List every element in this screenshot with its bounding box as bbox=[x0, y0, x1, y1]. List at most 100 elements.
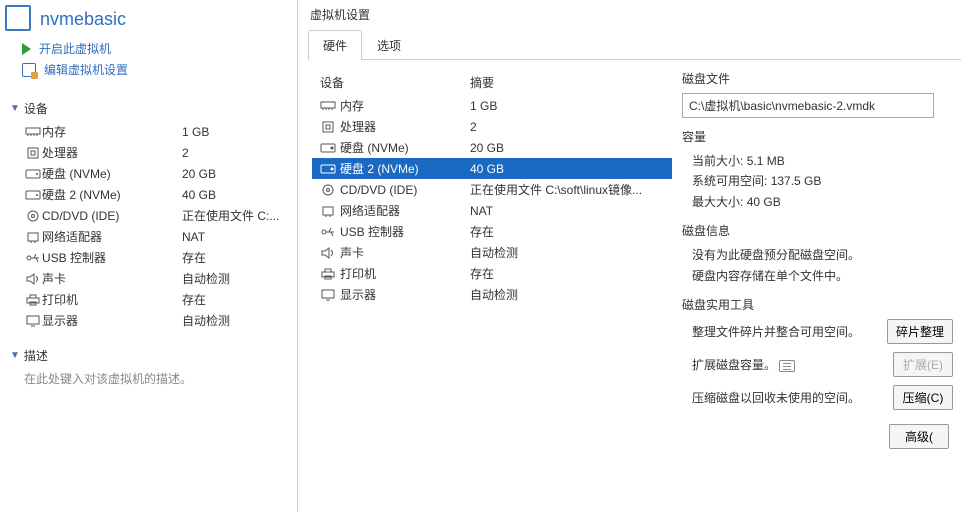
device-summary: 20 GB bbox=[470, 141, 668, 155]
device-name: 声卡 bbox=[42, 270, 182, 287]
device-summary: 20 GB bbox=[182, 167, 216, 181]
device-name: 内存 bbox=[340, 97, 470, 114]
disk-info-label: 磁盘信息 bbox=[682, 222, 953, 239]
device-name: 网络适配器 bbox=[340, 202, 470, 219]
hint-icon bbox=[779, 360, 795, 372]
disk-icon bbox=[320, 141, 340, 155]
hardware-table-row[interactable]: 显示器自动检测 bbox=[312, 284, 672, 305]
disk-icon bbox=[24, 188, 42, 202]
tab-hardware[interactable]: 硬件 bbox=[308, 30, 362, 60]
description-section-header[interactable]: ▼ 描述 bbox=[10, 347, 287, 364]
device-name: 硬盘 2 (NVMe) bbox=[42, 186, 182, 203]
cd-icon bbox=[24, 209, 42, 223]
sidebar-device-row[interactable]: 处理器2 bbox=[24, 144, 287, 161]
hardware-table-row[interactable]: 声卡自动检测 bbox=[312, 242, 672, 263]
net-icon bbox=[24, 230, 42, 244]
description-placeholder[interactable]: 在此处键入对该虚拟机的描述。 bbox=[10, 370, 287, 387]
power-on-label: 开启此虚拟机 bbox=[39, 40, 111, 57]
hardware-table-row[interactable]: 处理器2 bbox=[312, 116, 672, 137]
defrag-text: 整理文件碎片并整合可用空间。 bbox=[692, 323, 879, 340]
hardware-device-table: 设备 摘要 内存1 GB处理器2硬盘 (NVMe)20 GB硬盘 2 (NVMe… bbox=[312, 70, 672, 449]
settings-dialog-title: 虚拟机设置 bbox=[302, 2, 961, 29]
hardware-table-row[interactable]: 内存1 GB bbox=[312, 95, 672, 116]
sidebar-device-row[interactable]: 硬盘 2 (NVMe)40 GB bbox=[24, 186, 287, 203]
memory-icon bbox=[24, 125, 42, 139]
edit-settings-link[interactable]: 编辑虚拟机设置 bbox=[22, 61, 297, 78]
vm-tab-header: nvmebasic bbox=[0, 0, 297, 36]
device-summary: 1 GB bbox=[182, 125, 209, 139]
sound-icon bbox=[24, 272, 42, 286]
device-name: USB 控制器 bbox=[340, 223, 470, 240]
chevron-down-icon: ▼ bbox=[10, 350, 20, 361]
disk-info-line1: 没有为此硬盘预分配磁盘空间。 bbox=[682, 245, 953, 265]
device-name: 硬盘 2 (NVMe) bbox=[340, 160, 470, 177]
disk-file-label: 磁盘文件 bbox=[682, 70, 953, 87]
device-summary: 存在 bbox=[470, 223, 668, 240]
device-name: 内存 bbox=[42, 123, 182, 140]
sidebar-device-row[interactable]: 硬盘 (NVMe)20 GB bbox=[24, 165, 287, 182]
tab-options[interactable]: 选项 bbox=[362, 30, 416, 60]
disk-file-path-input[interactable]: C:\虚拟机\basic\nvmebasic-2.vmdk bbox=[682, 93, 934, 118]
device-name: CD/DVD (IDE) bbox=[340, 183, 470, 197]
device-summary: 存在 bbox=[182, 291, 206, 308]
capacity-max: 最大大小: 40 GB bbox=[682, 192, 953, 212]
cpu-icon bbox=[320, 120, 340, 134]
compact-button[interactable]: 压缩(C) bbox=[893, 385, 953, 410]
devices-section-label: 设备 bbox=[24, 100, 48, 117]
net-icon bbox=[320, 204, 340, 218]
devices-section-header[interactable]: ▼ 设备 bbox=[10, 100, 287, 117]
device-summary: 自动检测 bbox=[182, 312, 230, 329]
hardware-table-row[interactable]: 网络适配器NAT bbox=[312, 200, 672, 221]
hardware-table-row[interactable]: 硬盘 2 (NVMe)40 GB bbox=[312, 158, 672, 179]
device-summary: NAT bbox=[470, 204, 668, 218]
disk-icon bbox=[320, 162, 340, 176]
capacity-label: 容量 bbox=[682, 128, 953, 145]
hardware-table-row[interactable]: 硬盘 (NVMe)20 GB bbox=[312, 137, 672, 158]
sidebar-device-row[interactable]: CD/DVD (IDE)正在使用文件 C:... bbox=[24, 207, 287, 224]
device-name: 处理器 bbox=[42, 144, 182, 161]
column-header-summary[interactable]: 摘要 bbox=[470, 74, 494, 91]
edit-settings-label: 编辑虚拟机设置 bbox=[44, 61, 128, 78]
sidebar-device-row[interactable]: 打印机存在 bbox=[24, 291, 287, 308]
device-summary: 1 GB bbox=[470, 99, 668, 113]
play-icon bbox=[22, 43, 31, 55]
device-name: 硬盘 (NVMe) bbox=[340, 139, 470, 156]
hardware-table-row[interactable]: 打印机存在 bbox=[312, 263, 672, 284]
defrag-button[interactable]: 碎片整理 bbox=[887, 319, 953, 344]
sidebar-device-row[interactable]: 内存1 GB bbox=[24, 123, 287, 140]
device-name: 打印机 bbox=[340, 265, 470, 282]
device-summary: NAT bbox=[182, 230, 205, 244]
disk-info-line2: 硬盘内容存储在单个文件中。 bbox=[682, 266, 953, 286]
printer-icon bbox=[320, 267, 340, 281]
device-summary: 自动检测 bbox=[182, 270, 230, 287]
device-name: 处理器 bbox=[340, 118, 470, 135]
edit-icon bbox=[22, 63, 36, 77]
sidebar-device-row[interactable]: 网络适配器NAT bbox=[24, 228, 287, 245]
description-section-label: 描述 bbox=[24, 347, 48, 364]
display-icon bbox=[320, 288, 340, 302]
device-name: CD/DVD (IDE) bbox=[42, 209, 182, 223]
device-name: 声卡 bbox=[340, 244, 470, 261]
device-name: 硬盘 (NVMe) bbox=[42, 165, 182, 182]
device-summary: 40 GB bbox=[182, 188, 216, 202]
device-summary: 正在使用文件 C:... bbox=[182, 207, 279, 224]
sidebar-device-row[interactable]: 显示器自动检测 bbox=[24, 312, 287, 329]
device-summary: 存在 bbox=[470, 265, 668, 282]
hardware-table-row[interactable]: USB 控制器存在 bbox=[312, 221, 672, 242]
device-summary: 40 GB bbox=[470, 162, 668, 176]
printer-icon bbox=[24, 293, 42, 307]
capacity-free: 系统可用空间: 137.5 GB bbox=[682, 171, 953, 191]
capacity-current: 当前大小: 5.1 MB bbox=[682, 151, 953, 171]
sidebar-device-row[interactable]: 声卡自动检测 bbox=[24, 270, 287, 287]
expand-button[interactable]: 扩展(E) bbox=[893, 352, 953, 377]
usb-icon bbox=[24, 251, 42, 265]
hardware-table-row[interactable]: CD/DVD (IDE)正在使用文件 C:\soft\linux镜像... bbox=[312, 179, 672, 200]
compact-text: 压缩磁盘以回收未使用的空间。 bbox=[692, 389, 885, 406]
power-on-link[interactable]: 开启此虚拟机 bbox=[22, 40, 297, 57]
cd-icon bbox=[320, 183, 340, 197]
sidebar-device-row[interactable]: USB 控制器存在 bbox=[24, 249, 287, 266]
advanced-button[interactable]: 高级( bbox=[889, 424, 949, 449]
column-header-device[interactable]: 设备 bbox=[320, 74, 470, 91]
device-summary: 2 bbox=[470, 120, 668, 134]
usb-icon bbox=[320, 225, 340, 239]
